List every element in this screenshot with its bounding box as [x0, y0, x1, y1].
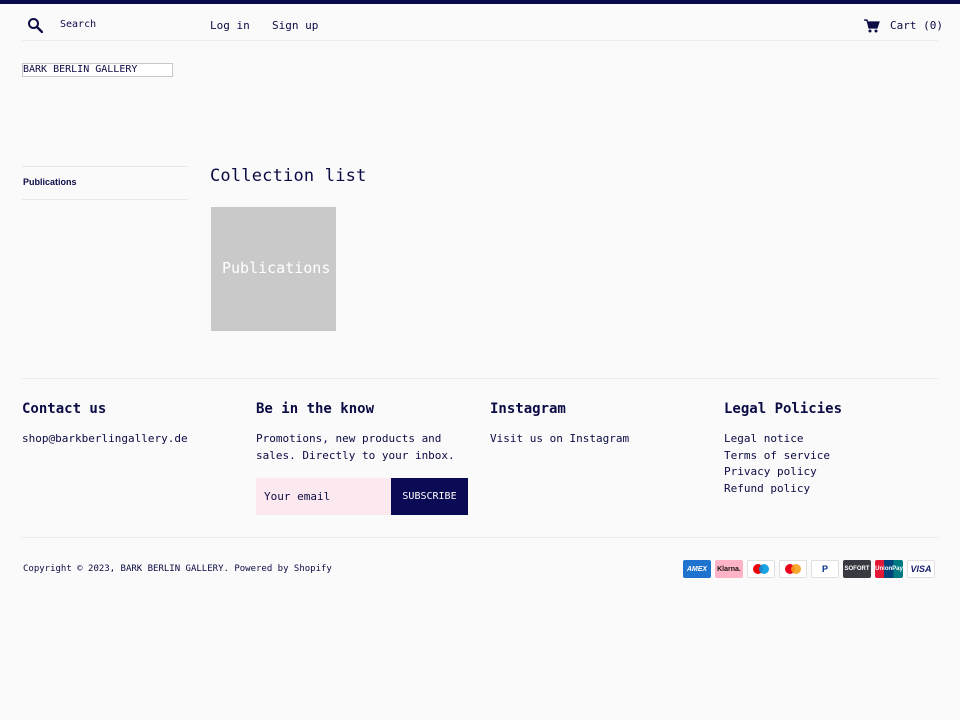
footer-heading-contact: Contact us: [22, 401, 107, 417]
search-input[interactable]: Search: [60, 19, 96, 30]
sidebar-item-publications[interactable]: Publications: [23, 177, 77, 187]
mastercard-icon: [779, 560, 807, 578]
copyright-text: Copyright © 2023, BARK BERLIN GALLERY. P…: [23, 564, 332, 574]
bottom-divider: [22, 537, 938, 538]
newsletter-form: SUBSCRIBE: [256, 478, 468, 515]
klarna-icon: Klarna.: [715, 560, 743, 578]
maestro-icon: [747, 560, 775, 578]
login-link[interactable]: Log in: [210, 19, 250, 32]
newsletter-text: Promotions, new products and sales. Dire…: [256, 432, 455, 462]
sidebar-divider: [22, 199, 188, 200]
cart-link[interactable]: Cart (0): [890, 19, 943, 32]
footer-instagram: Instagram Visit us on Instagram: [490, 401, 710, 448]
footer-heading-legal: Legal Policies: [724, 401, 843, 417]
visa-icon: VISA: [907, 560, 935, 578]
header-divider: [22, 40, 938, 41]
paypal-icon: P: [811, 560, 839, 578]
page-title: Collection list: [210, 166, 367, 186]
header: Search Log in Sign up Cart (0): [0, 4, 960, 41]
collection-card-publications[interactable]: Publications: [211, 207, 336, 331]
footer-newsletter: Be in the know Promotions, new products …: [256, 401, 476, 464]
payment-icons: AMEX Klarna. P SOFORT UnionPay VISA: [683, 560, 935, 579]
privacy-policy-link[interactable]: Privacy policy: [724, 464, 944, 481]
footer-contact: Contact us shop@barkberlingallery.de: [22, 401, 242, 448]
unionpay-icon: UnionPay: [875, 560, 903, 578]
cart-icon[interactable]: [864, 19, 880, 33]
site-logo[interactable]: BARK BERLIN GALLERY: [22, 63, 173, 77]
footer-divider: [22, 378, 938, 379]
footer-legal: Legal Policies Legal notice Terms of ser…: [724, 401, 944, 497]
footer-heading-newsletter: Be in the know: [256, 401, 375, 417]
email-field[interactable]: [256, 478, 392, 515]
instagram-link[interactable]: Visit us on Instagram: [490, 431, 710, 448]
signup-link[interactable]: Sign up: [272, 19, 318, 32]
subscribe-button[interactable]: SUBSCRIBE: [391, 478, 468, 515]
search-icon[interactable]: [27, 17, 43, 33]
collection-card-label: Publications: [222, 259, 331, 277]
sidebar-divider: [22, 166, 188, 167]
footer-heading-instagram: Instagram: [490, 401, 566, 417]
legal-notice-link[interactable]: Legal notice: [724, 431, 944, 448]
amex-icon: AMEX: [683, 560, 711, 578]
contact-email: shop@barkberlingallery.de: [22, 432, 188, 445]
sofort-icon: SOFORT: [843, 560, 871, 578]
terms-of-service-link[interactable]: Terms of service: [724, 448, 944, 465]
refund-policy-link[interactable]: Refund policy: [724, 481, 944, 498]
